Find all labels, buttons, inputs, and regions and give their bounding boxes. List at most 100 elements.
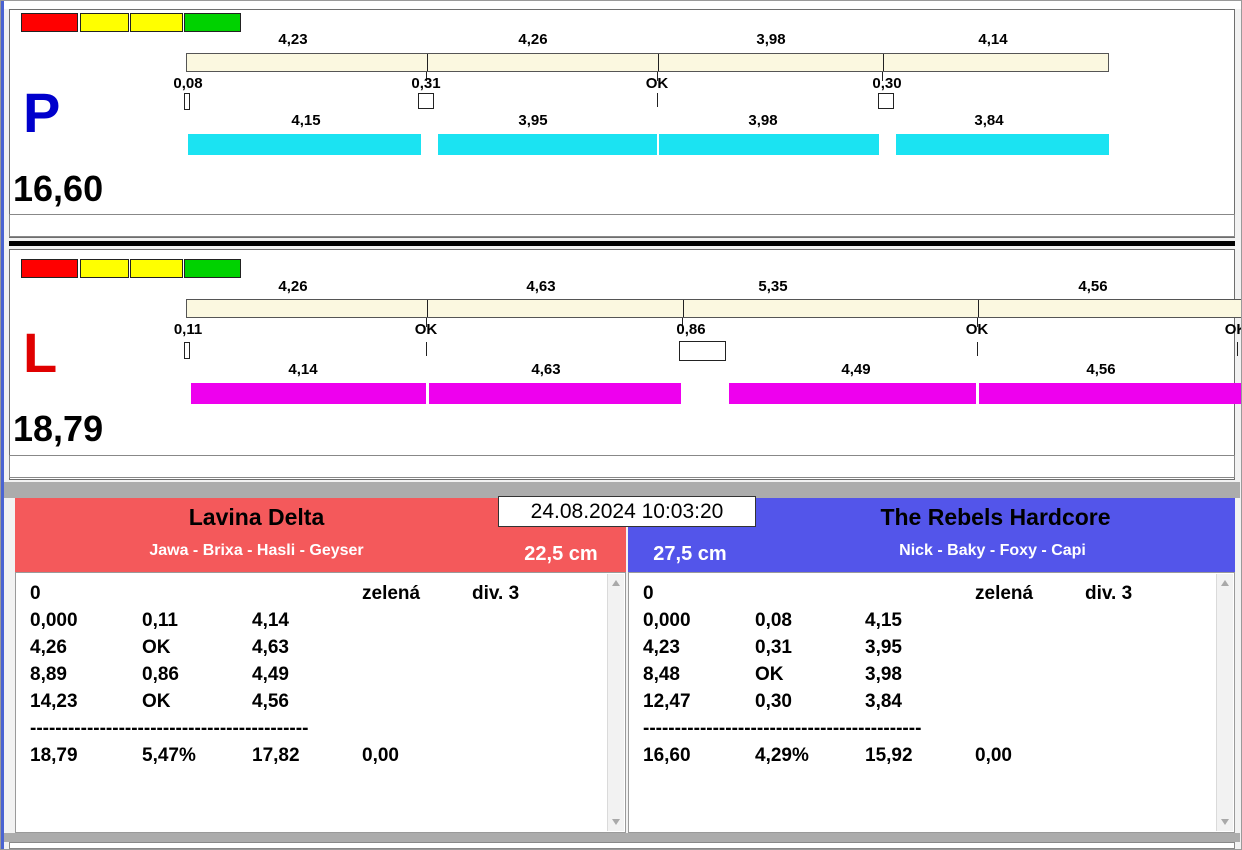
lane-l-scale-bar xyxy=(186,299,1241,318)
bottom-separator xyxy=(4,833,1240,842)
log-cell: 0,00 xyxy=(975,745,1012,766)
log-cell: 0,31 xyxy=(755,637,792,658)
team-left-result-log[interactable]: 0 zelená div. 3 0,000 0,11 4,14 4,26 OK 4,63 8… xyxy=(15,572,626,833)
lane-l-signal-yellow-1 xyxy=(80,259,129,278)
scroll-down-icon[interactable] xyxy=(1221,819,1229,825)
lane-l-signal-red xyxy=(21,259,78,278)
log-cell: div. 3 xyxy=(472,583,520,604)
log-row: 0,000 0,08 4,15 xyxy=(643,607,1212,634)
log-row: 12,47 0,30 3,84 xyxy=(643,688,1212,715)
team-right-log-scrollbar[interactable] xyxy=(1216,574,1233,831)
log-separator-row: ----------------------------------------… xyxy=(30,715,603,742)
lane-p-change-2: 0,31 xyxy=(411,75,441,92)
lane-p-run-time-4: 4,14 xyxy=(978,31,1008,48)
scroll-down-icon[interactable] xyxy=(612,819,620,825)
lane-l-dog-time-1: 4,14 xyxy=(288,361,318,378)
log-cell: OK xyxy=(142,637,171,658)
lane-p-scale-divider xyxy=(427,54,428,71)
lane-l-change-1: 0,11 xyxy=(173,321,203,338)
lane-p-letter: P xyxy=(23,81,61,144)
lane-l-run-time-4: 4,56 xyxy=(1078,278,1108,295)
log-cell: 4,29% xyxy=(755,745,809,766)
lane-p-total-time: 16,60 xyxy=(13,168,104,209)
log-separator: ----------------------------------------… xyxy=(643,718,922,739)
log-cell: 4,63 xyxy=(252,637,289,658)
lane-p-change-4: 0,30 xyxy=(872,75,902,92)
log-cell: 3,95 xyxy=(865,637,902,658)
team-right-result-log[interactable]: 0 zelená div. 3 0,000 0,08 4,15 4,23 0,31 3,95… xyxy=(628,572,1235,833)
log-cell: 0 xyxy=(30,583,41,604)
team-right-log-rows: 0 zelená div. 3 0,000 0,08 4,15 4,23 0,31 3,95… xyxy=(643,580,1212,769)
lane-p-scale-divider xyxy=(883,54,884,71)
lane-l-dog-time-2: 4,63 xyxy=(531,361,561,378)
lane-l-time-bar-1 xyxy=(191,383,426,404)
bottom-status-strip xyxy=(9,842,1235,849)
log-row: 0 zelená div. 3 xyxy=(643,580,1212,607)
lane-p-signal-red xyxy=(21,13,78,32)
lane-p-change-3: OK xyxy=(645,75,669,92)
log-cell: 0,08 xyxy=(755,610,792,631)
lane-l-change-marker-1 xyxy=(184,342,190,359)
log-cell: 4,56 xyxy=(252,691,289,712)
log-cell: 16,60 xyxy=(643,745,691,766)
log-cell: 0 xyxy=(643,583,654,604)
lane-p-signal-yellow-2 xyxy=(130,13,183,32)
lane-l-time-bar-3 xyxy=(729,383,976,404)
lane-l-change-marker-5 xyxy=(1237,342,1238,356)
lane-l-signal-yellow-2 xyxy=(130,259,183,278)
log-cell: 17,82 xyxy=(252,745,300,766)
log-row: 8,48 OK 3,98 xyxy=(643,661,1212,688)
team-right-lineup: Nick - Baky - Foxy - Capi xyxy=(899,542,1086,559)
lane-l-change-4: OK xyxy=(965,321,989,338)
lane-l-run-time-3: 5,35 xyxy=(758,278,788,295)
lane-p-time-bar-1 xyxy=(188,134,421,155)
window-top-strip xyxy=(1,1,1241,9)
lane-l-scale-divider xyxy=(427,300,428,317)
log-cell: OK xyxy=(755,664,784,685)
lane-p-change-marker-4 xyxy=(878,93,894,109)
log-cell: 3,98 xyxy=(865,664,902,685)
log-cell: 4,15 xyxy=(865,610,902,631)
lane-p-dog-time-2: 3,95 xyxy=(518,112,548,129)
log-cell: 3,84 xyxy=(865,691,902,712)
lane-p-signal-yellow-1 xyxy=(80,13,129,32)
lane-p-time-bar-2 xyxy=(438,134,657,155)
team-left-lineup: Jawa - Brixa - Hasli - Geyser xyxy=(149,542,364,559)
lane-p-dog-time-1: 4,15 xyxy=(291,112,321,129)
team-right-jump-height: 27,5 cm xyxy=(653,543,727,565)
log-row: 4,23 0,31 3,95 xyxy=(643,634,1212,661)
log-cell: 18,79 xyxy=(30,745,78,766)
log-cell: div. 3 xyxy=(1085,583,1133,604)
lane-l-run-time-1: 4,26 xyxy=(278,278,308,295)
log-cell: 15,92 xyxy=(865,745,913,766)
log-cell: 0,000 xyxy=(643,610,691,631)
lane-p-time-bar-4 xyxy=(896,134,1109,155)
log-row: 0 zelená div. 3 xyxy=(30,580,603,607)
log-cell: 0,11 xyxy=(142,610,178,631)
lane-p-time-bar-3 xyxy=(659,134,879,155)
log-cell: zelená xyxy=(975,583,1034,604)
lane-l-footer-strip xyxy=(9,455,1235,478)
log-cell: 4,14 xyxy=(252,610,289,631)
log-cell: zelená xyxy=(362,583,421,604)
log-cell: 4,26 xyxy=(30,637,67,658)
log-cell: 5,47% xyxy=(142,745,196,766)
scroll-up-icon[interactable] xyxy=(612,580,620,586)
lane-l-time-bar-4 xyxy=(979,383,1241,404)
lane-l-change-5: OK xyxy=(1224,321,1241,338)
window-left-accent xyxy=(1,1,4,849)
log-cell: 0,000 xyxy=(30,610,78,631)
scroll-up-icon[interactable] xyxy=(1221,580,1229,586)
log-row: 0,000 0,11 4,14 xyxy=(30,607,603,634)
lane-p-dog-time-3: 3,98 xyxy=(748,112,778,129)
lane-l-change-3: 0,86 xyxy=(676,321,706,338)
log-cell: 0,86 xyxy=(142,664,179,685)
flyball-timing-window: 4,23 4,26 3,98 4,14 0,08 0,31 OK 0,30 4,… xyxy=(0,0,1242,850)
lane-p-run-time-2: 4,26 xyxy=(518,31,548,48)
log-row: 8,89 0,86 4,49 xyxy=(30,661,603,688)
lane-p-scale-divider xyxy=(658,54,659,71)
team-left-log-scrollbar[interactable] xyxy=(607,574,624,831)
lane-p-change-1: 0,08 xyxy=(173,75,203,92)
log-cell: 8,48 xyxy=(643,664,680,685)
lane-p-run-time-3: 3,98 xyxy=(756,31,786,48)
